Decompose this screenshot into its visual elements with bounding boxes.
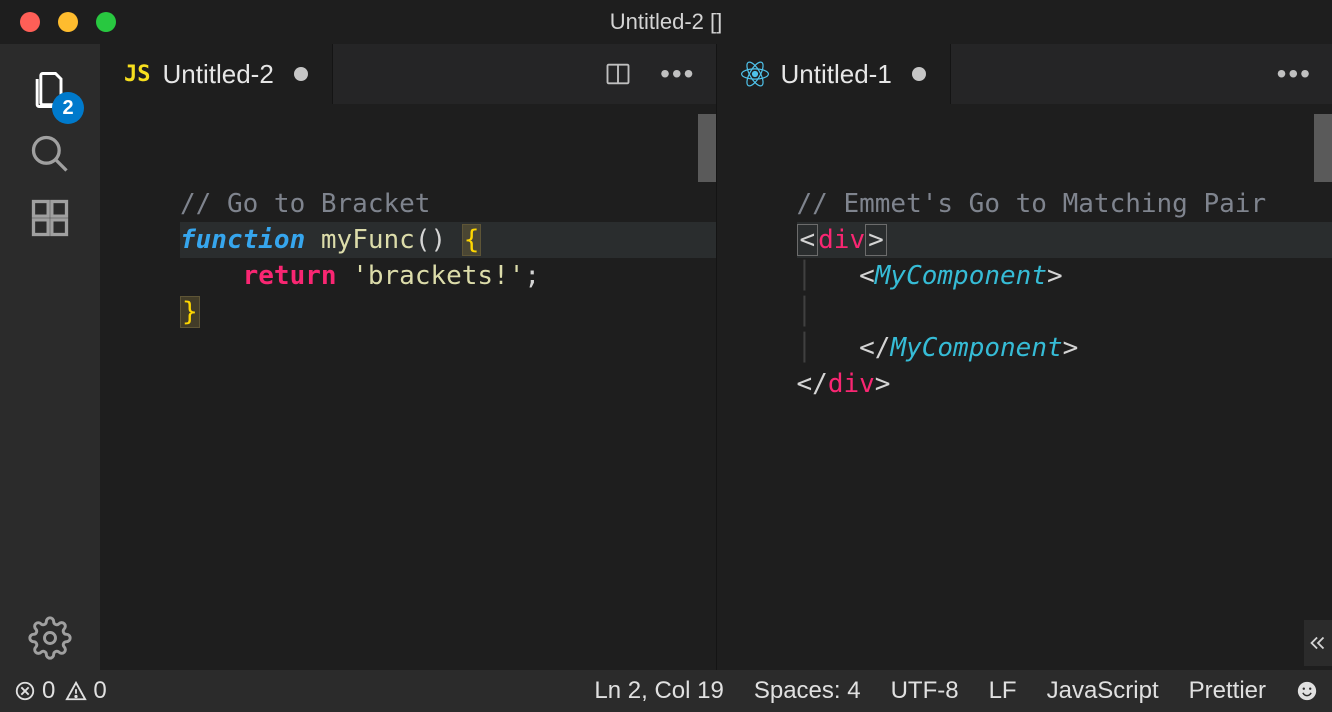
more-actions-button[interactable]: ••• xyxy=(1277,58,1312,90)
chevron-left-icon xyxy=(1307,632,1329,654)
extensions-button[interactable] xyxy=(18,186,82,250)
status-cursor-position[interactable]: Ln 2, Col 19 xyxy=(594,677,723,705)
activity-bar: 2 xyxy=(0,44,100,670)
status-encoding[interactable]: UTF-8 xyxy=(891,677,959,705)
editor-group-2: Untitled-1 ••• // Emmet's Go to Matching… xyxy=(717,44,1332,670)
status-warnings[interactable]: 0 xyxy=(65,677,106,705)
search-icon xyxy=(28,132,72,176)
react-file-icon xyxy=(741,60,769,88)
smiley-icon xyxy=(1296,680,1318,702)
dirty-indicator xyxy=(912,67,926,81)
search-button[interactable] xyxy=(18,122,82,186)
tab-label: Untitled-2 xyxy=(163,59,274,90)
status-indentation[interactable]: Spaces: 4 xyxy=(754,677,861,705)
editor-1[interactable]: // Go to Bracket function myFunc() { ret… xyxy=(100,104,716,670)
tab-bar-2: Untitled-1 ••• xyxy=(717,44,1332,104)
scroll-indicator[interactable] xyxy=(1304,620,1332,666)
window-close-button[interactable] xyxy=(20,12,40,32)
tab-bar-1: JS Untitled-2 ••• xyxy=(100,44,716,104)
main-area: 2 JS Untitled-2 xyxy=(0,44,1332,670)
status-feedback[interactable] xyxy=(1296,680,1318,702)
status-bar: 0 0 Ln 2, Col 19 Spaces: 4 UTF-8 LF Java… xyxy=(0,670,1332,712)
extensions-icon xyxy=(28,196,72,240)
javascript-file-icon: JS xyxy=(124,62,151,87)
settings-button[interactable] xyxy=(18,606,82,670)
minimap-slider[interactable] xyxy=(698,114,716,182)
window-title: Untitled-2 [] xyxy=(610,9,723,35)
status-errors[interactable]: 0 xyxy=(14,677,55,705)
gear-icon xyxy=(28,616,72,660)
warning-icon xyxy=(65,680,87,702)
explorer-button[interactable]: 2 xyxy=(18,58,82,122)
minimap-slider[interactable] xyxy=(1314,114,1332,182)
tab-untitled-2[interactable]: JS Untitled-2 xyxy=(100,44,333,104)
window-maximize-button[interactable] xyxy=(96,12,116,32)
status-language-mode[interactable]: JavaScript xyxy=(1047,677,1159,705)
split-editor-icon[interactable] xyxy=(604,60,632,88)
editor-group-actions-1: ••• xyxy=(584,44,715,104)
explorer-badge: 2 xyxy=(52,92,84,124)
window-titlebar: Untitled-2 [] xyxy=(0,0,1332,44)
tab-untitled-1[interactable]: Untitled-1 xyxy=(717,44,951,104)
editor-group-1: JS Untitled-2 ••• // Go to Bracket funct… xyxy=(100,44,717,670)
status-eol[interactable]: LF xyxy=(989,677,1017,705)
tab-label: Untitled-1 xyxy=(781,59,892,90)
dirty-indicator xyxy=(294,67,308,81)
status-formatter[interactable]: Prettier xyxy=(1189,677,1266,705)
editor-groups: JS Untitled-2 ••• // Go to Bracket funct… xyxy=(100,44,1332,670)
window-minimize-button[interactable] xyxy=(58,12,78,32)
error-icon xyxy=(14,680,36,702)
window-traffic-lights xyxy=(20,12,116,32)
editor-2[interactable]: // Emmet's Go to Matching Pair <div> │ <… xyxy=(717,104,1332,670)
editor-group-actions-2: ••• xyxy=(1257,44,1332,104)
more-actions-button[interactable]: ••• xyxy=(660,58,695,90)
